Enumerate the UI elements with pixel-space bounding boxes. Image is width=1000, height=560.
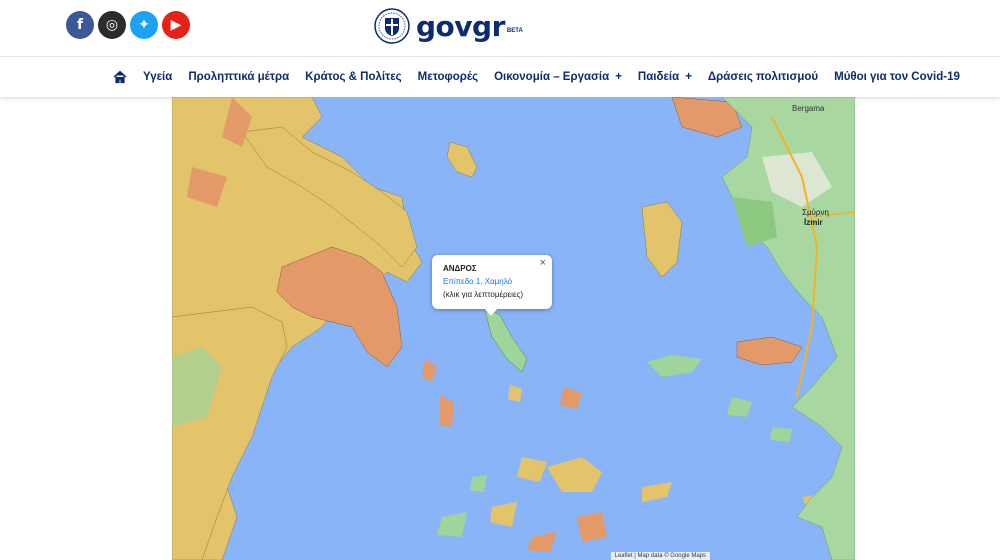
main-navigation: Υγεία Προληπτικά μέτρα Κράτος & Πολίτες Μετ… (0, 56, 1000, 97)
nav-item-label: Παιδεία (637, 71, 680, 83)
greek-emblem-icon (374, 8, 410, 44)
nav-item[interactable]: Μετοφορές (418, 71, 478, 83)
close-icon[interactable]: × (540, 257, 546, 269)
izmir-label: İzmir (804, 218, 823, 227)
covid-risk-map[interactable]: Bergama Σμύρνη İzmir Leaflet | Map data … (172, 97, 855, 560)
nav-item-label: Δράσεις πολιτισμού (707, 71, 819, 83)
youtube-icon[interactable]: ▶ (162, 11, 190, 39)
map-popup[interactable]: ΑΝΔΡΟΣ Επίπεδο 1, Χαμηλό (κλικ για λεπτο… (432, 255, 552, 316)
nav-item[interactable]: Προληπτικά μέτρα (188, 71, 289, 83)
nav-item-label: Υγεία (143, 71, 173, 83)
top-header: f ◎ ✦ ▶ govgr BETA (0, 0, 1000, 56)
instagram-icon[interactable]: ◎ (98, 11, 126, 39)
nav-item[interactable]: Δράσεις πολιτισμού (708, 71, 818, 83)
nav-item-label: Οικονομία – Εργασία (494, 71, 610, 83)
expand-plus-icon[interactable]: + (685, 71, 692, 83)
nav-item[interactable]: Παιδεία + (638, 71, 692, 83)
expand-plus-icon[interactable]: + (615, 71, 622, 83)
twitter-icon[interactable]: ✦ (130, 11, 158, 39)
popup-level[interactable]: Επίπεδο 1, Χαμηλό (443, 277, 512, 286)
nav-item-label: Μύθοι για τον Covid-19 (834, 71, 960, 83)
home-icon[interactable] (113, 70, 127, 84)
govgr-logo[interactable]: govgr BETA (374, 8, 523, 44)
logo-beta-badge: BETA (506, 28, 523, 34)
nav-item-label: Προληπτικά μέτρα (188, 71, 290, 83)
map-attribution[interactable]: Leaflet | Map data © Google Maps (610, 552, 710, 560)
map-canvas[interactable]: Bergama Σμύρνη İzmir (172, 97, 855, 560)
nav-item-label: Κράτος & Πολίτες (305, 71, 402, 83)
logo-text: govgr (416, 9, 505, 43)
bergama-label: Bergama (792, 104, 825, 113)
nav-item[interactable]: Οικονομία – Εργασία + (494, 71, 622, 83)
nav-menu: Υγεία Προληπτικά μέτρα Κράτος & Πολίτες Μετ… (113, 57, 976, 97)
smyrni-label: Σμύρνη (802, 208, 829, 217)
popup-details-link[interactable]: (κλικ για λεπτομέρειες) (443, 290, 523, 299)
nav-item[interactable]: Υγεία (143, 71, 172, 83)
social-links: f ◎ ✦ ▶ (66, 11, 190, 39)
nav-item[interactable]: Κράτος & Πολίτες (305, 71, 402, 83)
facebook-icon[interactable]: f (66, 11, 94, 39)
nav-item-label: Μετοφορές (417, 71, 479, 83)
popup-title: ΑΝΔΡΟΣ (443, 264, 477, 273)
nav-item[interactable]: Μύθοι για τον Covid-19 (834, 71, 960, 83)
